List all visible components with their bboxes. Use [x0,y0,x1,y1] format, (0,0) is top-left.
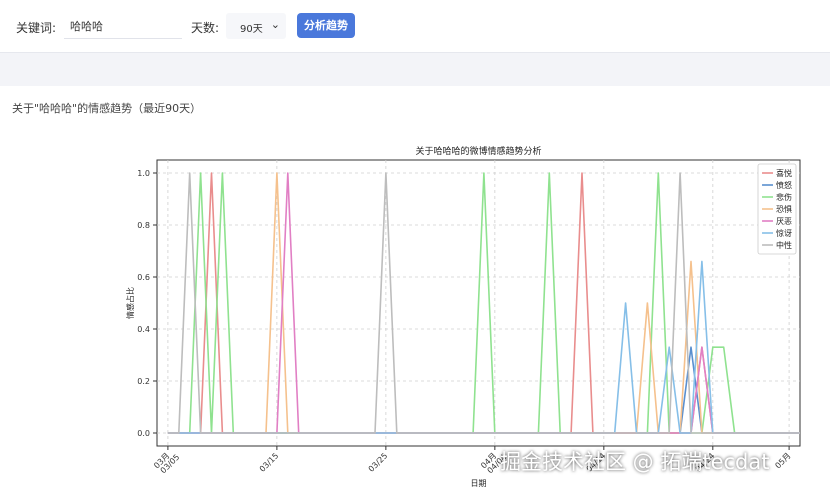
y-tick-label: 0.2 [137,377,150,386]
y-tick-label: 0.8 [137,221,150,230]
y-tick-label: 0.4 [137,325,150,334]
y-tick-label: 0.0 [137,429,150,438]
sentiment-trend-chart: 0.00.20.40.60.81.003月03/05 03/15 03/25 04月0… [125,145,801,488]
x-axis-label: 日期 [471,479,487,488]
legend-label: 喜悦 [776,168,792,178]
legend-label: 厌恶 [776,217,792,226]
x-tick-label: 03/25 [367,451,390,474]
legend-label: 中性 [776,240,792,250]
y-tick-label: 1.0 [137,169,150,178]
legend-label: 悲伤 [776,192,792,202]
x-tick-label-group: 05月 [773,451,792,470]
legend-label: 惊讶 [776,228,792,238]
legend-label: 愤怒 [776,180,792,190]
x-tick-label: 05月 [773,451,792,470]
x-tick-label-group: 03月03/05 [152,451,181,475]
watermark-text: 掘金技术社区 @ 拓端tecdat [500,450,770,474]
x-tick-label: 03/15 [258,451,281,474]
chart-title: 关于哈哈哈的微博情感趋势分析 [415,145,541,157]
y-tick-label: 0.6 [137,273,150,282]
x-tick-label-group: 03/25 [367,451,390,474]
y-axis-label: 情感占比 [125,287,135,319]
x-tick-label-group: 03/15 [258,451,281,474]
legend-label: 恐惧 [776,204,792,214]
